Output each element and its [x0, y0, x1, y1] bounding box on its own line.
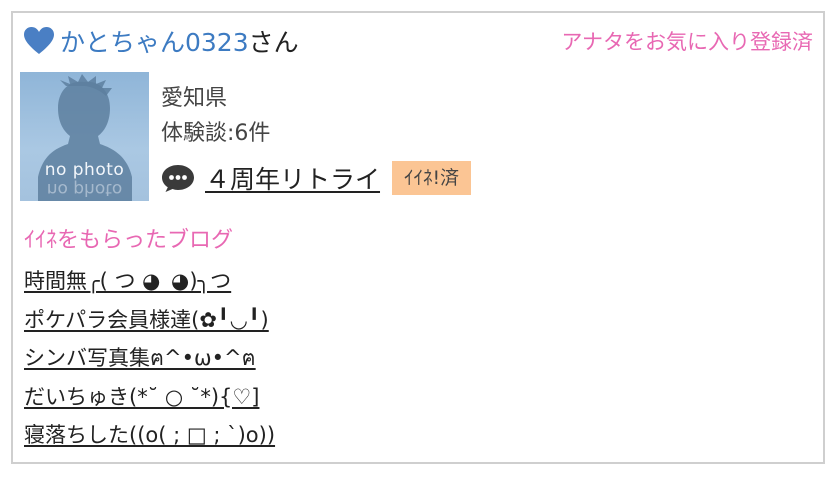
liked-blogs-list: 時間無╭( つ ◕_◕)╮つ ポケパラ会員様達(✿╹◡╹) シンバ写真集ฅ^•ω…	[24, 264, 275, 457]
experience-count: 体験談:6件	[161, 121, 271, 146]
heart-icon	[24, 27, 54, 55]
list-item: だいちゅき(*˘ ○ ˘*){♡]	[24, 380, 275, 419]
username-link[interactable]: かとちゃん0323	[60, 23, 249, 59]
avatar-caption: no photo	[44, 160, 125, 180]
liked-blogs-title: ｲｲﾈをもらったブログ	[24, 228, 234, 253]
avatar[interactable]: no photo no photo	[20, 72, 149, 201]
favorite-status: アナタをお気に入り登録済	[561, 30, 813, 54]
blog-link-2[interactable]: ポケパラ会員様達(✿╹◡╹)	[24, 308, 269, 332]
list-item: 寝落ちした((o( ; □ ; `)o))	[24, 418, 275, 457]
location-text: 愛知県	[161, 86, 228, 111]
latest-post-row: ４周年リトライ ｲｲﾈ!済	[161, 160, 472, 196]
user-name-row: かとちゃん0323 さん	[24, 23, 299, 59]
latest-post-link[interactable]: ４周年リトライ	[205, 160, 380, 196]
like-status-badge: ｲｲﾈ!済	[392, 161, 472, 195]
user-card: かとちゃん0323 さん アナタをお気に入り登録済 no photo no ph…	[11, 11, 825, 464]
avatar-caption-reflection: no photo	[46, 179, 123, 199]
blog-link-1[interactable]: 時間無╭( つ ◕_◕)╮つ	[24, 269, 231, 293]
list-item: シンバ写真集ฅ^•ω•^ฅ	[24, 341, 275, 380]
list-item: ポケパラ会員様達(✿╹◡╹)	[24, 303, 275, 342]
blog-link-4[interactable]: だいちゅき(*˘ ○ ˘*){♡]	[24, 385, 259, 409]
username-honorific: さん	[248, 28, 299, 57]
list-item: 時間無╭( つ ◕_◕)╮つ	[24, 264, 275, 303]
blog-link-5[interactable]: 寝落ちした((o( ; □ ; `)o))	[24, 423, 275, 447]
speech-bubble-icon	[162, 165, 194, 192]
profile-section: no photo no photo 愛知県 体験談:6件 ４周年リトライ ｲｲﾈ…	[20, 72, 810, 202]
blog-link-3[interactable]: シンバ写真集ฅ^•ω•^ฅ	[24, 346, 256, 370]
card-header: かとちゃん0323 さん アナタをお気に入り登録済	[24, 23, 813, 59]
